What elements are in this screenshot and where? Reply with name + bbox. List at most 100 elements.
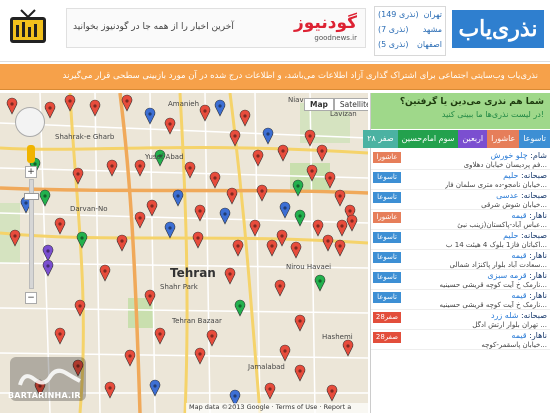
day-badge: عاشورا bbox=[373, 212, 401, 223]
map-label: Nirou Havaei bbox=[286, 263, 332, 271]
item-meal: شام: bbox=[527, 151, 547, 160]
item-title[interactable]: ناهار: قرمه سبزی bbox=[487, 271, 547, 280]
city-name: مشهد bbox=[422, 25, 442, 34]
zoom-in-button[interactable]: + bbox=[25, 166, 37, 178]
city-count: (7 نذری) bbox=[378, 25, 409, 34]
item-address: عباس آباد-پاکستان(زینب نبئ... bbox=[457, 221, 547, 229]
nazri-list: عاشورا شام: چلو خورش فم پردیسان خیابان دهل… bbox=[371, 150, 550, 413]
item-meal: ناهار: bbox=[526, 211, 547, 220]
filter-tabs: تاسوعا عاشورا اربعین سوم امام‌حسین ۲۸ صفر bbox=[363, 130, 550, 148]
city-name: اصفهان bbox=[416, 40, 442, 49]
item-address: سعادت آباد بلوار پاکنژاد شمالی... bbox=[449, 261, 547, 269]
tab-3[interactable]: سوم امام‌حسین bbox=[397, 130, 459, 148]
question-title: شما هم نذری می‌دین یا گرفتین؟ bbox=[399, 97, 544, 107]
pan-control[interactable] bbox=[15, 107, 45, 137]
day-badge: تاسوعا bbox=[373, 192, 401, 203]
list-item[interactable]: تاسوعا ناهار: قرمه سبزی نارمک خ آیت کوچه ق… bbox=[371, 270, 550, 290]
item-food: حلیم bbox=[503, 171, 519, 180]
item-meal: صبحانه: bbox=[518, 311, 547, 320]
list-item[interactable]: تاسوعا ناهار: قیمه سعادت آباد بلوار پاکنژا… bbox=[371, 250, 550, 270]
tab-0[interactable]: تاسوعا bbox=[519, 130, 550, 148]
map-label: Tehran bbox=[170, 266, 216, 280]
item-title[interactable]: ناهار: قیمه bbox=[511, 211, 547, 220]
list-item[interactable]: تاسوعا ناهار: قیمه نارمک خ آیت کوچه قریشی … bbox=[371, 290, 550, 310]
list-item[interactable]: 28صفر صبحانه: شله زرد تهران بلوار ارتش ادگ… bbox=[371, 310, 550, 330]
site-logo[interactable]: نذری‌یاب bbox=[452, 10, 544, 48]
satellite-button[interactable]: Satellite bbox=[333, 98, 368, 111]
item-food: قیمه bbox=[511, 331, 527, 340]
pegman-icon[interactable] bbox=[27, 145, 35, 163]
item-food: قیمه bbox=[511, 211, 527, 220]
item-title[interactable]: صبحانه: حلیم bbox=[503, 231, 547, 240]
list-item[interactable]: تاسوعا صبحانه: حلیم خیابان نامجو-ده متری س… bbox=[371, 170, 550, 190]
item-food: عدسی bbox=[496, 191, 519, 200]
item-food: چلو خورش bbox=[490, 151, 528, 160]
map-attribution[interactable]: Map data ©2013 Google · Terms of Use · R… bbox=[186, 403, 368, 413]
item-title[interactable]: صبحانه: عدسی bbox=[496, 191, 547, 200]
banner-sub: goodnews.ir bbox=[314, 34, 357, 42]
item-meal: ناهار: bbox=[526, 291, 547, 300]
item-title[interactable]: صبحانه: شله زرد bbox=[491, 311, 547, 320]
item-address: خیابان نامجو-ده متری سلمان فار... bbox=[444, 181, 547, 189]
city-row[interactable]: (5 نذری) اصفهان bbox=[375, 37, 445, 52]
map-type-control: Map Satellite bbox=[304, 98, 368, 111]
item-address: خیابان پاسقمر-کوچه... bbox=[481, 341, 547, 349]
item-meal: ناهار: bbox=[526, 251, 547, 260]
map-label: Shahr Park bbox=[160, 283, 198, 291]
item-title[interactable]: صبحانه: حلیم bbox=[503, 171, 547, 180]
question-box: شما هم نذری می‌دین یا گرفتین؟ در لیست نذ… bbox=[371, 93, 550, 129]
question-subtext: در لیست نذری‌ها ما ببینی کنید! bbox=[441, 110, 544, 119]
city-name: تهران bbox=[423, 10, 442, 19]
day-badge: تاسوعا bbox=[373, 232, 401, 243]
list-item[interactable]: تاسوعا صبحانه: عدسی خیابان شوش شرقی... bbox=[371, 190, 550, 210]
map-label: Amanieh bbox=[168, 100, 200, 108]
item-meal: ناهار: bbox=[526, 331, 547, 340]
item-meal: صبحانه: bbox=[518, 231, 547, 240]
day-badge: 28صفر bbox=[373, 312, 401, 323]
list-item[interactable]: تاسوعا صبحانه: حلیم اکباتان فاز1 بلوک 4 هی… bbox=[371, 230, 550, 250]
watermark-logo bbox=[10, 357, 86, 401]
city-row[interactable]: (149 نذری) تهران bbox=[375, 7, 445, 22]
city-count: (149 نذری) bbox=[378, 10, 419, 19]
list-item[interactable]: عاشورا ناهار: قیمه عباس آباد-پاکستان(زینب … bbox=[371, 210, 550, 230]
item-address: نارمک خ آیت کوچه قریشی حسینیه... bbox=[439, 281, 547, 289]
item-title[interactable]: شام: چلو خورش bbox=[491, 151, 547, 160]
banner-logo: گودنیوز bbox=[293, 13, 357, 33]
day-badge: تاسوعا bbox=[373, 292, 401, 303]
zoom-slider-thumb[interactable] bbox=[24, 193, 39, 200]
map-label: Tehran Bazaar bbox=[172, 317, 222, 325]
item-address: خیابان شوش شرقی... bbox=[481, 201, 547, 209]
day-badge: عاشورا bbox=[373, 152, 401, 163]
item-meal: ناهار: bbox=[526, 271, 547, 280]
list-item[interactable]: عاشورا شام: چلو خورش فم پردیسان خیابان دهل… bbox=[371, 150, 550, 170]
notice-bar: نذری‌یاب وب‌سایتی اجتماعی برای اشتراک گذ… bbox=[0, 64, 550, 90]
day-badge: تاسوعا bbox=[373, 172, 401, 183]
map[interactable]: Shahrak-e Gharb Yusef Abad Darvan-No Teh… bbox=[0, 93, 368, 413]
map-label: Hashemi bbox=[322, 333, 353, 341]
map-label: Shahrak-e Gharb bbox=[55, 133, 115, 141]
map-button[interactable]: Map bbox=[304, 98, 334, 111]
item-food: قیمه bbox=[511, 291, 527, 300]
list-item[interactable]: 28صفر ناهار: قیمه خیابان پاسقمر-کوچه... bbox=[371, 330, 550, 350]
ad-banner[interactable]: گودنیوز goodnews.ir آخرین اخبار را از هم… bbox=[66, 8, 366, 48]
item-food: قرمه سبزی bbox=[487, 271, 527, 280]
item-address: تهران بلوار ارتش ادگل ... bbox=[472, 321, 547, 329]
banner-tagline: آخرین اخبار را از همه جا در گودنیوز بخوا… bbox=[73, 22, 234, 32]
header: نذری‌یاب (149 نذری) تهران (7 نذری) مشهد (5… bbox=[0, 0, 550, 62]
map-label: Yusef Abad bbox=[145, 153, 184, 161]
item-title[interactable]: ناهار: قیمه bbox=[511, 251, 547, 260]
item-food: شله زرد bbox=[490, 311, 519, 320]
tab-1[interactable]: عاشورا bbox=[487, 130, 520, 148]
zoom-out-button[interactable]: − bbox=[25, 292, 37, 304]
day-badge: تاسوعا bbox=[373, 252, 401, 263]
watermark-text: BARTARINHA.IR bbox=[8, 391, 81, 400]
tab-4[interactable]: ۲۸ صفر bbox=[363, 130, 398, 148]
tab-2[interactable]: اربعین bbox=[458, 130, 488, 148]
sidebar: شما هم نذری می‌دین یا گرفتین؟ در لیست نذ… bbox=[363, 93, 550, 413]
city-count: (5 نذری) bbox=[378, 40, 409, 49]
map-label: Jamalabad bbox=[248, 363, 285, 371]
item-title[interactable]: ناهار: قیمه bbox=[511, 291, 547, 300]
city-row[interactable]: (7 نذری) مشهد bbox=[375, 22, 445, 37]
item-food: حلیم bbox=[503, 231, 519, 240]
item-title[interactable]: ناهار: قیمه bbox=[511, 331, 547, 340]
